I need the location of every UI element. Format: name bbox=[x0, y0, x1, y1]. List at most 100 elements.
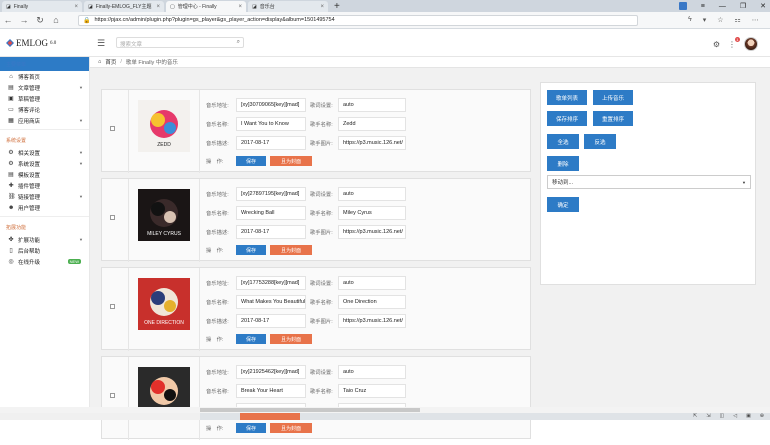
save-button[interactable]: 保存 bbox=[236, 156, 266, 166]
sidebar-item-links[interactable]: ⛓ 链接管理 ▼ bbox=[0, 191, 89, 202]
sidebar-item-system-settings[interactable]: ⚙ 系统设置 ▼ bbox=[0, 158, 89, 169]
close-window-icon[interactable]: ✕ bbox=[760, 2, 766, 10]
set-cover-button[interactable]: 且为封面 bbox=[270, 423, 312, 433]
puzzle-icon: ✤ bbox=[8, 237, 14, 243]
back-icon[interactable]: ← bbox=[0, 15, 16, 25]
refresh-icon[interactable]: ↻ bbox=[32, 15, 48, 26]
more-icon[interactable]: ⋯ bbox=[752, 16, 759, 24]
music-name-field[interactable]: Break Your Heart bbox=[236, 384, 306, 398]
lyric-field[interactable]: auto bbox=[338, 276, 406, 290]
artist-name-field[interactable]: Zedd bbox=[338, 117, 406, 131]
sidebar-item-template[interactable]: ▤ 模板设置 bbox=[0, 169, 89, 180]
logo[interactable]: EMLOG 6.0 bbox=[6, 38, 56, 48]
sidebar-item-extensions[interactable]: ✤ 扩展功能 ▼ bbox=[0, 234, 89, 245]
scrollbar-thumb[interactable] bbox=[200, 408, 420, 412]
home-icon[interactable]: ⌂ bbox=[48, 15, 64, 25]
row-checkbox[interactable] bbox=[110, 215, 115, 220]
music-url-field[interactable]: [xy]21925462[key][mad] bbox=[236, 365, 306, 379]
save-button[interactable]: 保存 bbox=[236, 245, 266, 255]
close-icon[interactable]: × bbox=[238, 4, 242, 10]
sidebar-item-users[interactable]: ☻ 用户管理 bbox=[0, 202, 89, 213]
music-desc-field[interactable]: 2017-08-17 bbox=[236, 136, 306, 150]
lightning-icon[interactable]: ϟ bbox=[688, 16, 692, 24]
save-order-button[interactable]: 保存排序 bbox=[547, 111, 587, 126]
zoom-icon[interactable]: ⊕ bbox=[760, 413, 764, 419]
save-button[interactable]: 保存 bbox=[236, 423, 266, 433]
extensions-icon[interactable]: ⚏ bbox=[735, 16, 741, 24]
music-desc-field[interactable]: 2017-08-17 bbox=[236, 225, 306, 239]
row-checkbox[interactable] bbox=[110, 393, 115, 398]
search-icon[interactable]: ⌕ bbox=[237, 39, 240, 46]
sidebar-item-upgrade[interactable]: ◎ 在线升级 NEW bbox=[0, 256, 89, 267]
sidebar-item-label: 扩展功能 bbox=[18, 237, 41, 244]
browser-tab-active[interactable]: ▢ 管理中心 - Finally × bbox=[166, 1, 246, 12]
browser-tab[interactable]: ◪ 音乐台 × bbox=[248, 1, 328, 12]
notification-icon[interactable]: ⋮ 1 bbox=[728, 36, 740, 49]
confirm-button[interactable]: 确定 bbox=[547, 197, 579, 212]
browser-tab[interactable]: ◪ Finally-EMLOG_FLY主题 × bbox=[84, 1, 164, 12]
sidebar-item-drafts[interactable]: ▣ 草稿管理 bbox=[0, 93, 89, 104]
artist-image-field[interactable]: https://p3.music.126.net/ bbox=[338, 225, 406, 239]
menu-icon[interactable]: ≡ bbox=[701, 3, 705, 10]
upload-music-button[interactable]: 上传音乐 bbox=[593, 90, 633, 105]
sidebar-item-help[interactable]: ▯ 后台帮助 bbox=[0, 245, 89, 256]
music-url-field[interactable]: [xy]30709065[key][mad] bbox=[236, 98, 306, 112]
sidebar-item-articles[interactable]: ▤ 文章管理 ▼ bbox=[0, 82, 89, 93]
reset-order-button[interactable]: 重置排序 bbox=[593, 111, 633, 126]
breadcrumb-home[interactable]: 首页 bbox=[105, 58, 116, 66]
minimize-icon[interactable]: — bbox=[719, 3, 726, 10]
tray-icon[interactable]: ⇲ bbox=[706, 413, 710, 419]
url-field[interactable]: 🔒 https://pjax.cn/admin/plugin.php?plugi… bbox=[78, 14, 638, 26]
lyric-field[interactable]: auto bbox=[338, 98, 406, 112]
music-name-field[interactable]: Wrecking Ball bbox=[236, 206, 306, 220]
tray-icon[interactable]: ▣ bbox=[746, 413, 751, 419]
search-input[interactable]: 搜索文章 ⌕ bbox=[116, 37, 244, 48]
music-url-field[interactable]: [xy]27897195[key][mad] bbox=[236, 187, 306, 201]
new-tab-button[interactable]: + bbox=[334, 1, 340, 12]
set-cover-button[interactable]: 且为封面 bbox=[270, 334, 312, 344]
list-item: TAIO CRUZ 音乐地址:[xy]21925462[key][mad] 歌词… bbox=[101, 356, 531, 440]
menu-toggle-icon[interactable]: ☰ bbox=[97, 38, 105, 49]
close-icon[interactable]: × bbox=[156, 4, 160, 10]
sidebar-item-store[interactable]: ▦ 应用商店 ▼ bbox=[0, 115, 89, 126]
save-button[interactable]: 保存 bbox=[236, 334, 266, 344]
music-url-field[interactable]: [xy]17753288[key][mad] bbox=[236, 276, 306, 290]
tray-icon[interactable]: ◫ bbox=[719, 413, 724, 419]
song-list-button[interactable]: 歌单列表 bbox=[547, 90, 587, 105]
artist-image-field[interactable]: https://p3.music.126.net/ bbox=[338, 136, 406, 150]
avatar[interactable] bbox=[744, 37, 758, 51]
sidebar-item-plugins[interactable]: ✚ 插件管理 bbox=[0, 180, 89, 191]
music-name-field[interactable]: What Makes You Beautiful bbox=[236, 295, 306, 309]
gear-icon[interactable]: ⚙ bbox=[713, 40, 720, 49]
music-desc-field[interactable]: 2017-08-17 bbox=[236, 314, 306, 328]
select-all-button[interactable]: 全选 bbox=[547, 134, 579, 149]
close-icon[interactable]: × bbox=[74, 4, 78, 10]
sidebar-item-home[interactable]: ⌂ 博客首页 bbox=[0, 71, 89, 82]
set-cover-button[interactable]: 且为封面 bbox=[270, 245, 312, 255]
dropdown-icon[interactable]: ▾ bbox=[703, 16, 707, 24]
browser-tab[interactable]: ◪ Finally × bbox=[2, 1, 82, 12]
tray-icon[interactable]: ⇱ bbox=[693, 413, 697, 419]
row-checkbox[interactable] bbox=[110, 126, 115, 131]
artist-name-field[interactable]: Miley Cyrus bbox=[338, 206, 406, 220]
browser-menu-icon[interactable] bbox=[678, 2, 687, 10]
lyric-field[interactable]: auto bbox=[338, 187, 406, 201]
invert-selection-button[interactable]: 反选 bbox=[584, 134, 616, 149]
sidebar-item-comments[interactable]: ▭ 博客评论 bbox=[0, 104, 89, 115]
star-icon[interactable]: ☆ bbox=[717, 16, 723, 24]
artist-name-field[interactable]: Taio Cruz bbox=[338, 384, 406, 398]
set-cover-button[interactable]: 且为封面 bbox=[270, 156, 312, 166]
sidebar-item-related-settings[interactable]: ⚙ 相关设置 ▼ bbox=[0, 147, 89, 158]
artist-name-field[interactable]: One Direction bbox=[338, 295, 406, 309]
delete-button[interactable]: 删除 bbox=[547, 156, 579, 171]
chevron-down-icon: ▼ bbox=[79, 85, 83, 90]
lyric-field[interactable]: auto bbox=[338, 365, 406, 379]
music-name-field[interactable]: I Want You to Know bbox=[236, 117, 306, 131]
close-icon[interactable]: × bbox=[320, 4, 324, 10]
move-to-select[interactable]: 移动到... ▼ bbox=[547, 175, 751, 189]
speaker-icon[interactable]: ◁ bbox=[733, 413, 737, 419]
maximize-icon[interactable]: ❐ bbox=[740, 2, 746, 10]
row-checkbox[interactable] bbox=[110, 304, 115, 309]
forward-icon[interactable]: → bbox=[16, 15, 32, 25]
artist-image-field[interactable]: https://p3.music.126.net/ bbox=[338, 314, 406, 328]
